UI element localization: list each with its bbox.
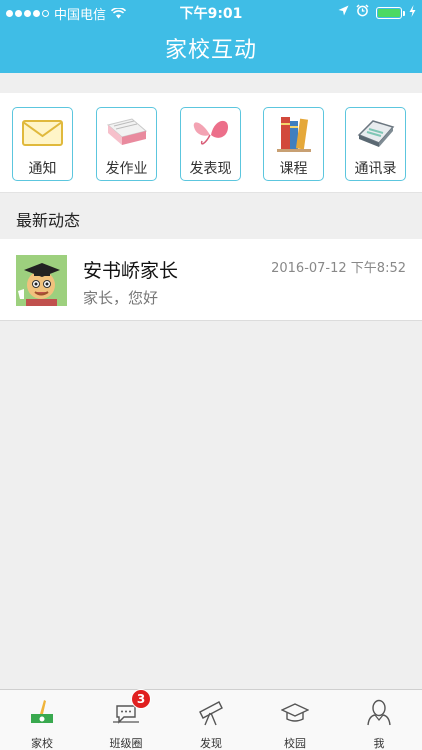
feed-timestamp: 2016-07-12 下午8:52 [271,261,406,276]
shortcut-label: 发表现 [189,161,232,177]
shortcut-label: 通讯录 [354,161,397,177]
shortcut-label: 课程 [279,161,308,177]
section-title: 最新动态 [0,195,422,239]
feed-sender-name: 安书峤家长 [83,260,179,282]
tab-bar: 家校 3 班级圈 发现 校园 我 [0,689,422,750]
tab-class-circle[interactable]: 3 班级圈 [84,689,168,750]
shortcut-label: 通知 [28,161,57,177]
envelope-icon [20,113,65,153]
battery-icon [376,6,405,19]
shortcut-grid: 通知 发作业 发表现 课程 通讯录 [0,93,422,193]
page-title: 家校互动 [164,38,257,63]
butterfly-icon [188,113,233,153]
avatar [16,255,67,306]
tab-home-school[interactable]: 家校 [0,690,84,750]
shortcut-courses[interactable]: 课程 [263,107,324,181]
notification-badge: 3 [131,689,151,709]
location-arrow-icon [338,5,349,20]
feed-message-preview: 家长，您好 [83,289,159,307]
books-icon [271,113,316,153]
homework-book-icon [104,113,149,153]
address-book-icon [353,113,398,153]
shortcut-homework[interactable]: 发作业 [96,107,157,181]
tab-me[interactable]: 我 [337,690,421,750]
tab-campus[interactable]: 校园 [253,690,337,750]
tab-label: 班级圈 [109,737,143,750]
alarm-clock-icon [356,4,369,21]
tab-discover[interactable]: 发现 [169,690,253,750]
user-icon [365,698,393,726]
shortcut-contacts[interactable]: 通讯录 [345,107,406,181]
list-item[interactable]: 安书峤家长 2016-07-12 下午8:52 家长，您好 [0,239,422,321]
home-school-icon [28,698,56,726]
graduation-cap-icon [280,698,310,726]
shortcut-notice[interactable]: 通知 [12,107,73,181]
status-right [338,4,416,21]
telescope-icon [197,698,225,726]
tab-label: 校园 [284,737,306,750]
shortcut-performance[interactable]: 发表现 [180,107,241,181]
shortcut-label: 发作业 [105,161,148,177]
tab-label: 家校 [31,737,53,750]
tab-label: 我 [373,737,385,750]
app-header: 中国电信 下午9:01 家校互动 [0,0,422,73]
charging-bolt-icon [409,4,416,21]
status-bar: 中国电信 下午9:01 [0,0,422,24]
tab-label: 发现 [200,737,222,750]
